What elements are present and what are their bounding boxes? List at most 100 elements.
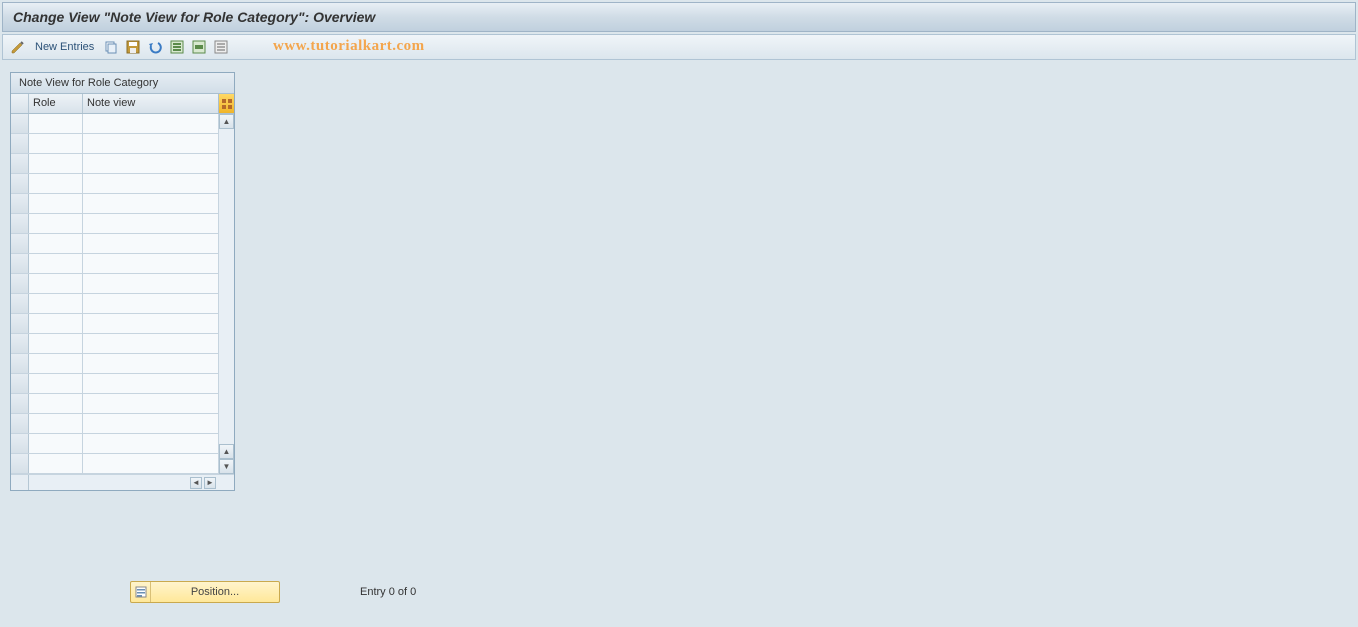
cell-noteview[interactable] — [83, 214, 218, 233]
undo-icon[interactable] — [146, 38, 164, 56]
column-header-role[interactable]: Role — [29, 94, 83, 113]
cell-role[interactable] — [29, 454, 83, 473]
table-row[interactable] — [11, 194, 218, 214]
table-row[interactable] — [11, 334, 218, 354]
cell-noteview[interactable] — [83, 434, 218, 453]
cell-role[interactable] — [29, 334, 83, 353]
cell-noteview[interactable] — [83, 274, 218, 293]
select-block-icon[interactable] — [190, 38, 208, 56]
position-button-label: Position... — [151, 586, 279, 598]
cell-role[interactable] — [29, 314, 83, 333]
table-row[interactable] — [11, 394, 218, 414]
row-selector[interactable] — [11, 434, 29, 453]
footer: Position... Entry 0 of 0 — [130, 581, 416, 603]
horizontal-scrollbar[interactable]: ◄ ► — [11, 474, 234, 490]
table-row[interactable] — [11, 294, 218, 314]
vertical-scrollbar[interactable]: ▲ ▲ ▼ — [218, 114, 234, 474]
table-row[interactable] — [11, 234, 218, 254]
table-row[interactable] — [11, 274, 218, 294]
table-row[interactable] — [11, 114, 218, 134]
cell-role[interactable] — [29, 374, 83, 393]
cell-noteview[interactable] — [83, 334, 218, 353]
table-row[interactable] — [11, 434, 218, 454]
save-icon[interactable] — [124, 38, 142, 56]
cell-noteview[interactable] — [83, 394, 218, 413]
scroll-up-icon[interactable]: ▲ — [219, 444, 234, 459]
row-selector[interactable] — [11, 234, 29, 253]
column-header-noteview[interactable]: Note view — [83, 94, 218, 113]
table-row[interactable] — [11, 314, 218, 334]
table-row[interactable] — [11, 374, 218, 394]
row-selector[interactable] — [11, 194, 29, 213]
cell-role[interactable] — [29, 154, 83, 173]
cell-noteview[interactable] — [83, 234, 218, 253]
deselect-all-icon[interactable] — [212, 38, 230, 56]
row-selector[interactable] — [11, 114, 29, 133]
table-header: Role Note view — [11, 94, 234, 114]
position-button[interactable]: Position... — [130, 581, 280, 603]
row-selector[interactable] — [11, 354, 29, 373]
row-selector[interactable] — [11, 254, 29, 273]
column-selector-header[interactable] — [11, 94, 29, 113]
table-row[interactable] — [11, 414, 218, 434]
table-row[interactable] — [11, 454, 218, 474]
cell-role[interactable] — [29, 434, 83, 453]
cell-role[interactable] — [29, 274, 83, 293]
row-selector[interactable] — [11, 314, 29, 333]
row-selector[interactable] — [11, 374, 29, 393]
cell-role[interactable] — [29, 114, 83, 133]
cell-role[interactable] — [29, 414, 83, 433]
cell-noteview[interactable] — [83, 454, 218, 473]
scroll-up-icon[interactable]: ▲ — [219, 114, 234, 129]
cell-noteview[interactable] — [83, 174, 218, 193]
row-selector[interactable] — [11, 294, 29, 313]
entry-count-text: Entry 0 of 0 — [360, 586, 416, 598]
row-selector[interactable] — [11, 274, 29, 293]
select-all-icon[interactable] — [168, 38, 186, 56]
row-selector[interactable] — [11, 394, 29, 413]
cell-role[interactable] — [29, 234, 83, 253]
table-row[interactable] — [11, 214, 218, 234]
scroll-down-icon[interactable]: ▼ — [219, 459, 234, 474]
cell-role[interactable] — [29, 354, 83, 373]
scroll-left-icon[interactable]: ◄ — [190, 477, 202, 489]
table-row[interactable] — [11, 154, 218, 174]
cell-noteview[interactable] — [83, 374, 218, 393]
table-row[interactable] — [11, 174, 218, 194]
change-display-icon[interactable] — [9, 38, 27, 56]
table-row[interactable] — [11, 134, 218, 154]
row-selector[interactable] — [11, 134, 29, 153]
row-selector[interactable] — [11, 174, 29, 193]
row-selector[interactable] — [11, 414, 29, 433]
cell-noteview[interactable] — [83, 134, 218, 153]
row-selector[interactable] — [11, 334, 29, 353]
scroll-right-icon[interactable]: ► — [204, 477, 216, 489]
cell-noteview[interactable] — [83, 114, 218, 133]
cell-noteview[interactable] — [83, 354, 218, 373]
cell-noteview[interactable] — [83, 294, 218, 313]
cell-role[interactable] — [29, 174, 83, 193]
cell-role[interactable] — [29, 134, 83, 153]
content-area: Note View for Role Category Role Note vi… — [0, 62, 1358, 501]
new-entries-button[interactable]: New Entries — [31, 41, 98, 53]
cell-role[interactable] — [29, 194, 83, 213]
row-selector[interactable] — [11, 214, 29, 233]
cell-noteview[interactable] — [83, 414, 218, 433]
cell-noteview[interactable] — [83, 314, 218, 333]
cell-role[interactable] — [29, 214, 83, 233]
copy-icon[interactable] — [102, 38, 120, 56]
cell-role[interactable] — [29, 254, 83, 273]
table-settings-icon[interactable] — [218, 94, 234, 113]
cell-role[interactable] — [29, 394, 83, 413]
cell-noteview[interactable] — [83, 254, 218, 273]
row-selector[interactable] — [11, 154, 29, 173]
toolbar: New Entries www.tutorialkart.com — [2, 34, 1356, 60]
row-selector[interactable] — [11, 454, 29, 473]
table-row[interactable] — [11, 254, 218, 274]
table-body: ▲ ▲ ▼ — [11, 114, 234, 474]
cell-role[interactable] — [29, 294, 83, 313]
cell-noteview[interactable] — [83, 154, 218, 173]
table-row[interactable] — [11, 354, 218, 374]
cell-noteview[interactable] — [83, 194, 218, 213]
page-title: Change View "Note View for Role Category… — [2, 2, 1356, 32]
